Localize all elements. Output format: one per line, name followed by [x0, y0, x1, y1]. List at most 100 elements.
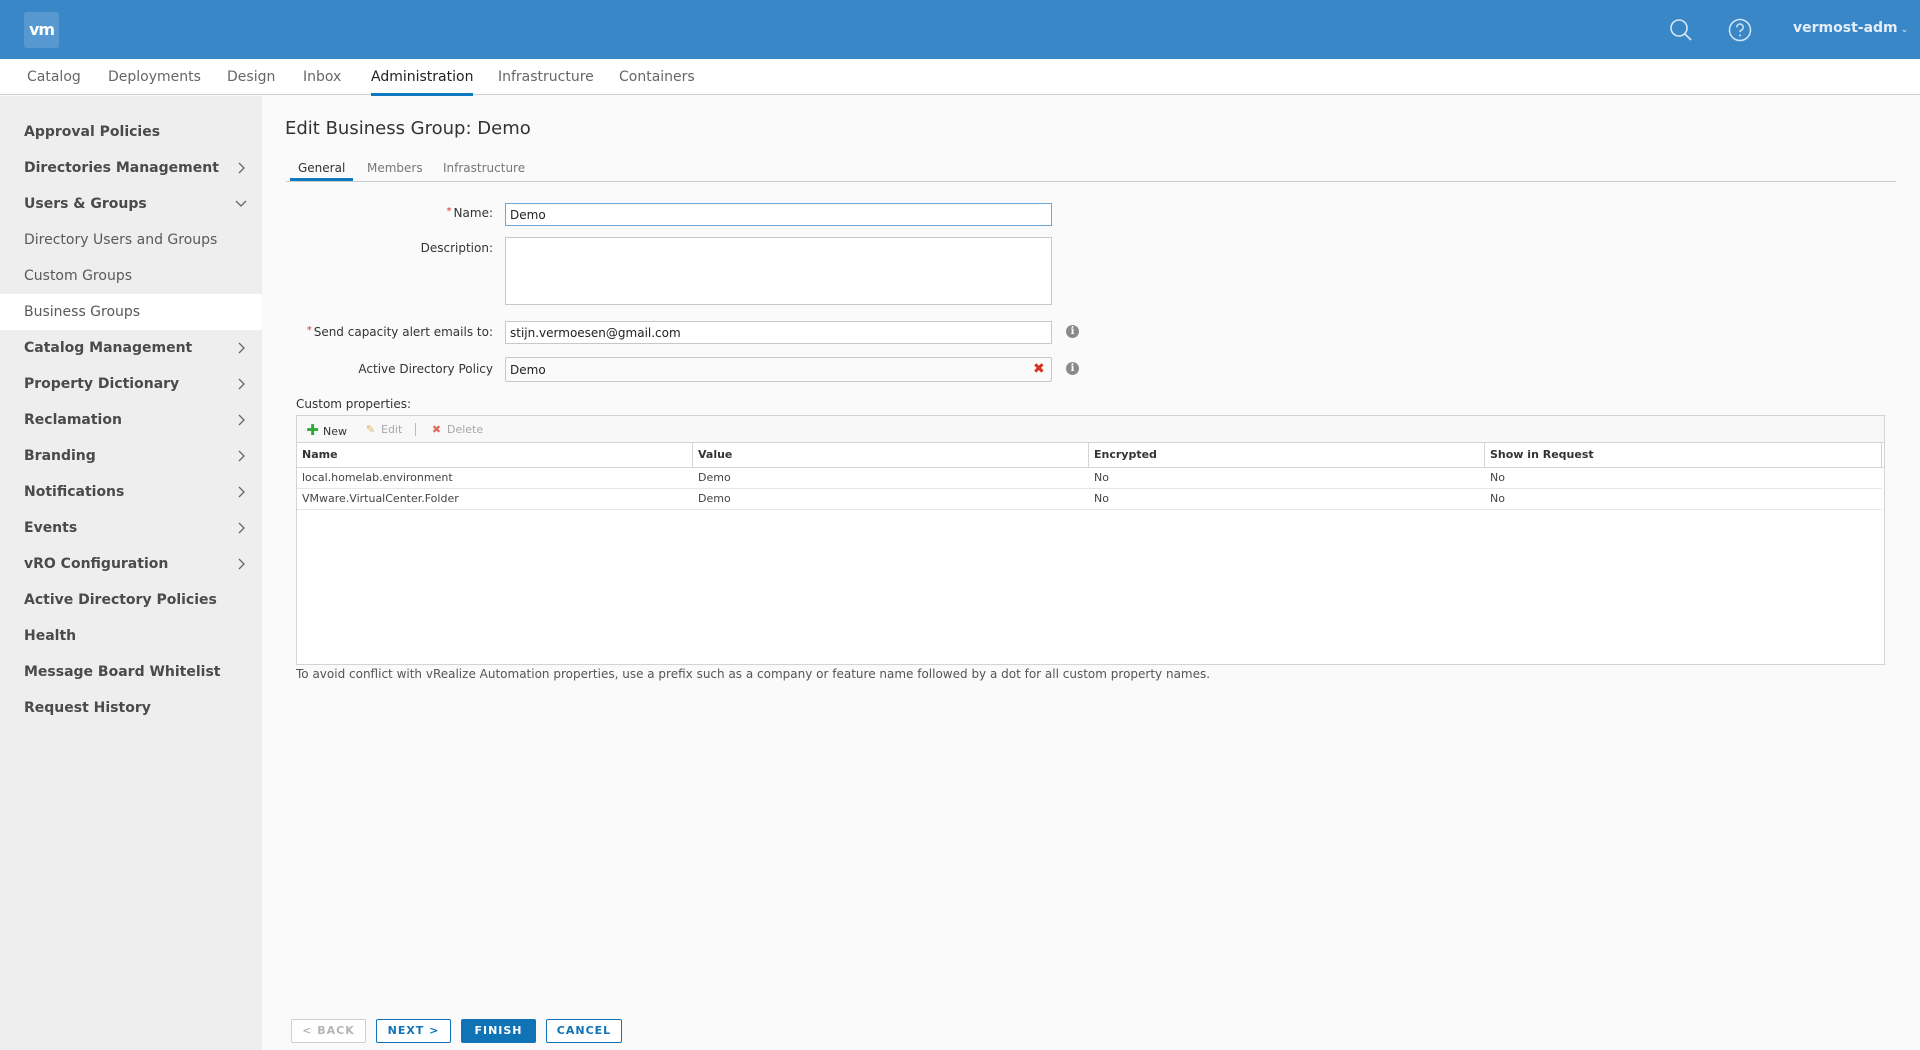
sidebar-item-label: Events [24, 520, 78, 536]
sidebar-item-catalog-management[interactable]: Catalog Management [0, 330, 262, 366]
sidebar-item-directories-management[interactable]: Directories Management [0, 150, 262, 186]
table-header: Name Value Encrypted Show in Request [297, 443, 1884, 468]
sidebar-item-label: Branding [24, 448, 96, 464]
user-name: vermost-adm [1793, 20, 1898, 36]
sidebar-item-message-board-whitelist[interactable]: Message Board Whitelist [0, 654, 262, 690]
info-icon[interactable]: i [1066, 325, 1079, 338]
chevron-right-icon[interactable] [234, 402, 248, 438]
tab-members[interactable]: Members [359, 157, 431, 181]
column-header-name[interactable]: Name [297, 443, 693, 467]
form-tabs: General Members Infrastructure [286, 157, 1896, 182]
toolbar-divider [415, 423, 416, 436]
sidebar-item-property-dictionary[interactable]: Property Dictionary [0, 366, 262, 402]
sidebar-item-vro-configuration[interactable]: vRO Configuration [0, 546, 262, 582]
cell-name: VMware.VirtualCenter.Folder [302, 492, 459, 505]
info-icon[interactable]: i [1066, 362, 1079, 375]
sidebar-item-label: Property Dictionary [24, 376, 180, 392]
email-input[interactable] [505, 321, 1052, 344]
nav-infrastructure[interactable]: Infrastructure [498, 59, 594, 95]
chevron-right-icon[interactable] [234, 438, 248, 474]
delete-x-icon: ✖ [431, 423, 442, 436]
description-textarea[interactable] [505, 237, 1052, 305]
column-header-encrypted[interactable]: Encrypted [1089, 443, 1485, 467]
table-row[interactable]: local.homelab.environment Demo No No [297, 468, 1882, 489]
cell-encrypted: No [1094, 492, 1109, 505]
sidebar-item-label: Business Groups [24, 304, 141, 320]
nav-inbox[interactable]: Inbox [303, 59, 341, 95]
chevron-down-icon: ⌄ [1900, 25, 1909, 35]
help-icon[interactable] [1727, 17, 1753, 43]
table-row[interactable]: VMware.VirtualCenter.Folder Demo No No [297, 489, 1882, 510]
sidebar-item-label: vRO Configuration [24, 556, 169, 572]
sidebar-item-business-groups[interactable]: Business Groups [0, 294, 262, 330]
sidebar-item-label: Notifications [24, 484, 125, 500]
back-button[interactable]: < BACK [291, 1019, 366, 1043]
sidebar-item-label: Directory Users and Groups [24, 232, 218, 248]
user-menu[interactable]: vermost-adm ⌄ [1793, 20, 1908, 36]
sidebar-item-label: Users & Groups [24, 196, 147, 212]
sidebar-item-directory-users-and-groups[interactable]: Directory Users and Groups [0, 222, 262, 258]
chevron-right-icon[interactable] [234, 510, 248, 546]
chevron-right-icon[interactable] [234, 330, 248, 366]
main-nav: Catalog Deployments Design Inbox Adminis… [0, 59, 1920, 96]
chevron-right-icon[interactable] [234, 150, 248, 186]
tab-general[interactable]: General [290, 157, 354, 181]
sidebar-item-label: Catalog Management [24, 340, 193, 356]
sidebar-item-health[interactable]: Health [0, 618, 262, 654]
sidebar-item-label: Reclamation [24, 412, 122, 428]
sidebar-item-users-groups[interactable]: Users & Groups [0, 186, 262, 222]
sidebar-item-label: Request History [24, 700, 151, 716]
nav-administration[interactable]: Administration [371, 59, 474, 96]
chevron-right-icon[interactable] [234, 366, 248, 402]
edit-button[interactable]: ✎ Edit [364, 422, 402, 438]
sidebar-item-branding[interactable]: Branding [0, 438, 262, 474]
clear-icon[interactable]: ✖ [1033, 362, 1045, 376]
delete-button[interactable]: ✖ Delete [430, 422, 483, 438]
custom-properties-hint: To avoid conflict with vRealize Automati… [296, 667, 1211, 681]
column-header-value[interactable]: Value [693, 443, 1089, 467]
finish-button[interactable]: FINISH [461, 1019, 536, 1043]
sidebar-item-label: Health [24, 628, 77, 644]
sidebar-item-label: Active Directory Policies [24, 592, 217, 608]
chevron-right-icon[interactable] [234, 474, 248, 510]
cell-value: Demo [698, 471, 731, 484]
cell-encrypted: No [1094, 471, 1109, 484]
sidebar: Approval Policies Directories Management U… [0, 96, 262, 1050]
nav-containers[interactable]: Containers [619, 59, 695, 95]
vmware-logo[interactable]: vm [24, 12, 59, 48]
sidebar-item-active-directory-policies[interactable]: Active Directory Policies [0, 582, 262, 618]
sidebar-item-notifications[interactable]: Notifications [0, 474, 262, 510]
chevron-down-icon[interactable] [234, 186, 248, 222]
sidebar-item-label: Approval Policies [24, 124, 161, 140]
required-marker: * [446, 206, 452, 217]
description-label: Description: [420, 241, 493, 255]
sidebar-item-custom-groups[interactable]: Custom Groups [0, 258, 262, 294]
ad-policy-input[interactable] [505, 357, 1052, 382]
email-label: * Send capacity alert emails to: [306, 325, 493, 339]
sidebar-item-events[interactable]: Events [0, 510, 262, 546]
sidebar-item-label: Message Board Whitelist [24, 664, 221, 680]
plus-icon: ✚ [306, 421, 319, 439]
top-header: vm vermost-adm ⌄ [0, 0, 1920, 59]
required-marker: * [306, 325, 312, 336]
sidebar-item-label: Directories Management [24, 160, 219, 176]
sidebar-item-approval-policies[interactable]: Approval Policies [0, 114, 262, 150]
nav-catalog[interactable]: Catalog [27, 59, 81, 95]
name-label: * Name: [446, 206, 493, 220]
chevron-right-icon[interactable] [234, 546, 248, 582]
next-button[interactable]: NEXT > [376, 1019, 451, 1043]
nav-deployments[interactable]: Deployments [108, 59, 201, 95]
search-icon[interactable] [1668, 17, 1694, 43]
custom-properties-table: ✚ New ✎ Edit ✖ Delete Name Value Encrypted … [296, 415, 1885, 665]
column-header-show-in-request[interactable]: Show in Request [1485, 443, 1882, 467]
custom-properties-label: Custom properties: [296, 397, 412, 411]
name-input[interactable] [505, 203, 1052, 226]
sidebar-item-request-history[interactable]: Request History [0, 690, 262, 726]
cell-name: local.homelab.environment [302, 471, 453, 484]
pencil-icon: ✎ [365, 423, 376, 436]
cancel-button[interactable]: CANCEL [546, 1019, 622, 1043]
nav-design[interactable]: Design [227, 59, 275, 95]
new-button[interactable]: ✚ New [306, 422, 347, 438]
tab-infrastructure[interactable]: Infrastructure [435, 157, 533, 181]
sidebar-item-reclamation[interactable]: Reclamation [0, 402, 262, 438]
